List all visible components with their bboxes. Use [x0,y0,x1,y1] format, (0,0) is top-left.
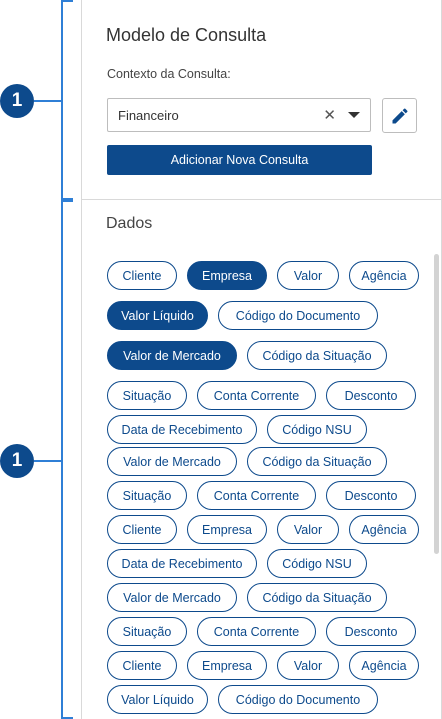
section-title: Modelo de Consulta [106,25,267,45]
data-field-chip[interactable]: Código da Situação [247,341,387,370]
data-field-chip[interactable]: Código NSU [267,415,367,444]
data-field-chip[interactable]: Conta Corrente [197,617,316,646]
query-model-section: Modelo de Consulta Contexto da Consulta:… [82,0,441,200]
data-field-chip[interactable]: Código NSU [267,549,367,578]
data-section: Cliente Empresa Valor Agência Valor Líquido C… [82,200,441,719]
data-field-chip[interactable]: Código da Situação [247,583,387,612]
annotation-badge: 1 [0,84,34,118]
data-field-chip[interactable]: Código do Documento [218,685,378,714]
data-field-chip[interactable]: Valor de Mercado [107,447,237,476]
chevron-down-icon[interactable] [348,112,360,118]
data-field-chip[interactable]: Valor [277,651,339,680]
data-field-chip[interactable]: Cliente [107,651,177,680]
data-field-chip[interactable]: Código do Documento [218,301,378,330]
data-chip-list: Cliente Empresa Valor Agência Valor Líquido C… [82,200,441,719]
edit-context-button[interactable] [382,98,417,133]
annotation-connector [34,460,62,462]
data-field-chip[interactable]: Valor Líquido [107,685,208,714]
annotation-badge: 1 [0,444,34,478]
data-field-chip[interactable]: Agência [349,261,419,290]
data-field-chip[interactable]: Empresa [187,261,267,290]
close-icon[interactable]: ✕ [323,108,336,123]
data-field-chip[interactable]: Desconto [326,481,416,510]
data-field-chip[interactable]: Código da Situação [247,447,387,476]
pencil-icon [392,107,408,123]
data-title: Dados [106,215,153,232]
annotation-connector [34,100,62,102]
data-field-chip[interactable]: Valor [277,515,339,544]
context-label: Contexto da Consulta: [107,67,231,81]
annotation-bracket-top-tick [61,0,73,2]
add-query-button[interactable]: Adicionar Nova Consulta [107,145,372,175]
data-field-chip[interactable]: Valor [277,261,339,290]
data-field-chip[interactable]: Agência [349,651,419,680]
context-select[interactable]: Financeiro ✕ [107,98,371,132]
data-field-chip[interactable]: Data de Recebimento [107,415,257,444]
data-field-chip[interactable]: Conta Corrente [197,381,316,410]
data-field-chip[interactable]: Conta Corrente [197,481,316,510]
query-panel: Modelo de Consulta Contexto da Consulta:… [81,0,442,719]
data-field-chip[interactable]: Situação [107,481,187,510]
data-field-chip[interactable]: Valor Líquido [107,301,208,330]
data-field-chip[interactable]: Agência [349,515,419,544]
data-field-chip[interactable]: Cliente [107,261,177,290]
context-select-value: Financeiro [118,107,179,123]
data-field-chip[interactable]: Valor de Mercado [107,341,237,370]
data-field-chip[interactable]: Cliente [107,515,177,544]
data-field-chip[interactable]: Desconto [326,381,416,410]
data-field-chip[interactable]: Situação [107,617,187,646]
scrollbar-thumb[interactable] [434,254,439,554]
annotation-bracket-bottom-tick [61,200,73,202]
data-field-chip[interactable]: Data de Recebimento [107,549,257,578]
data-field-chip[interactable]: Valor de Mercado [107,583,237,612]
data-field-chip[interactable]: Desconto [326,617,416,646]
data-field-chip[interactable]: Empresa [187,515,267,544]
data-field-chip[interactable]: Situação [107,381,187,410]
data-field-chip[interactable]: Empresa [187,651,267,680]
